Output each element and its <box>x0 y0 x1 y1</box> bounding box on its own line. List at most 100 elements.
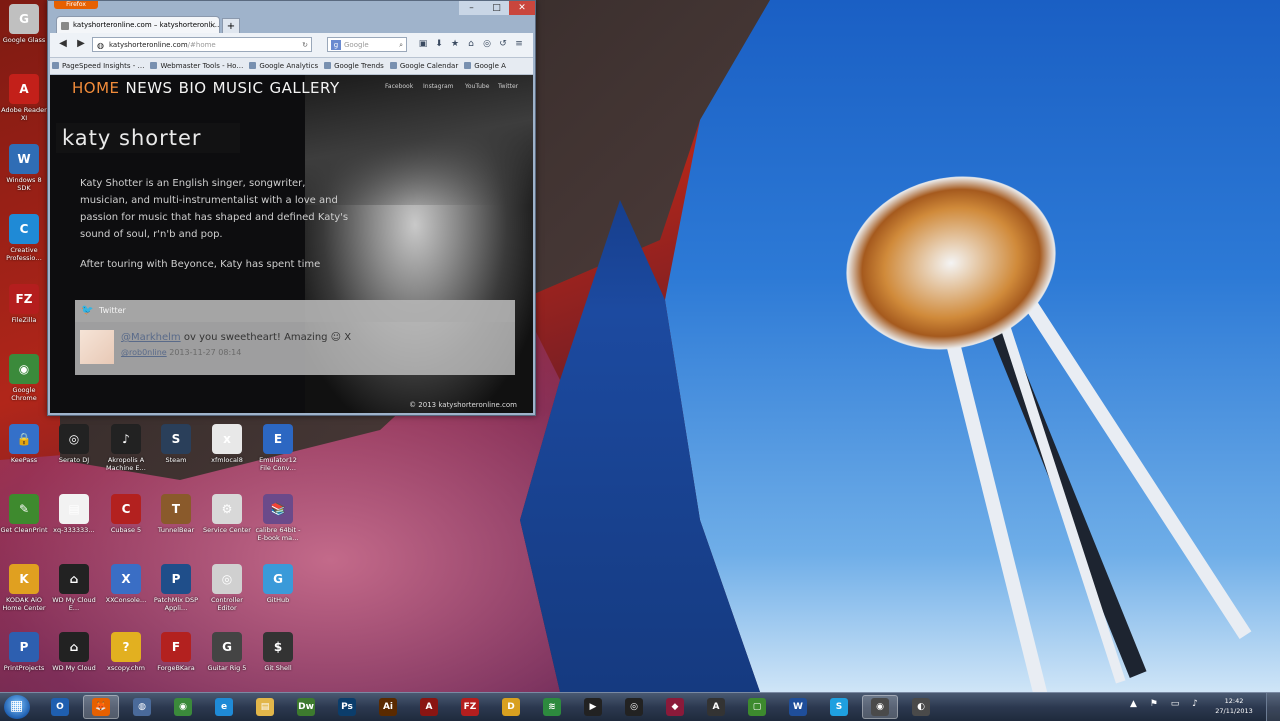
desktop-icon-label: Service Center <box>203 526 251 534</box>
taskbar-serato-button[interactable]: ◎ <box>616 695 652 719</box>
clock[interactable]: 12:42 27/11/2013 <box>1210 696 1258 716</box>
taskbar-media-button[interactable]: ▶ <box>575 695 611 719</box>
system-tray[interactable]: ▲ ⚑ ▭ ♪ <box>1130 699 1203 709</box>
desktop-icon[interactable]: W Windows 8 SDK <box>0 144 48 192</box>
taskbar-network-button[interactable]: ◍ <box>124 695 160 719</box>
desktop-icon[interactable]: x xfmlocal8 <box>203 424 251 464</box>
desktop-icon[interactable]: G Guitar Rig 5 <box>203 632 251 672</box>
twitter-account-name[interactable]: Twitter <box>99 306 126 315</box>
taskbar-app-dark-button[interactable]: A <box>698 695 734 719</box>
search-icon[interactable]: ⌕ <box>399 38 403 53</box>
taskbar-filezilla-button[interactable]: FZ <box>452 695 488 719</box>
tab-katyshorteronline[interactable]: katyshorteronline.com – katyshorteronli…… <box>56 16 220 33</box>
taskbar-app-green-button[interactable]: ▢ <box>739 695 775 719</box>
desktop-icon[interactable]: C Creative Professio… <box>0 214 48 262</box>
desktop-icon[interactable]: F ForgeBKara <box>152 632 200 672</box>
taskbar-app-eye-button[interactable]: ◉ <box>862 695 898 719</box>
desktop-icon[interactable]: G GitHub <box>254 564 302 604</box>
desktop-icon[interactable]: X XXConsole… <box>102 564 150 604</box>
screenshot-icon[interactable]: ▣ <box>418 39 428 49</box>
desktop-icon[interactable]: E Emulator12 File Conv… <box>254 424 302 472</box>
social-link-facebook[interactable]: Facebook <box>385 83 413 90</box>
maximize-button[interactable]: □ <box>484 1 509 15</box>
site-nav-bio[interactable]: BIO <box>179 79 207 97</box>
desktop-icon[interactable]: ◎ Controller Editor <box>203 564 251 612</box>
taskbar-editor-button[interactable]: D <box>493 695 529 719</box>
desktop-icon[interactable]: T TunnelBear <box>152 494 200 534</box>
desktop-icon[interactable]: P PrintProjects <box>0 632 48 672</box>
taskbar-app-misc-button[interactable]: ◐ <box>903 695 939 719</box>
avatar[interactable] <box>80 330 114 364</box>
navigation-toolbar: ◀ ▶ ◍ katyshorteronline.com/#home ↻ g Go… <box>50 33 533 58</box>
taskbar-firefox-button[interactable]: 🦊 <box>83 695 119 719</box>
tab-close-icon[interactable]: ✕ <box>209 17 216 33</box>
taskbar-chrome-button[interactable]: ◉ <box>165 695 201 719</box>
desktop-icon[interactable]: 🔒 KeePass <box>0 424 48 464</box>
extension-icon[interactable]: ↺ <box>498 39 508 49</box>
bookmarks-icon[interactable]: ★ <box>450 39 460 49</box>
taskbar-skype-button[interactable]: S <box>821 695 857 719</box>
social-link-instagram[interactable]: Instagram <box>423 83 454 90</box>
desktop-icon[interactable]: ⌂ WD My Cloud E… <box>50 564 98 612</box>
bookmark-item[interactable]: Webmaster Tools - Ho… <box>148 58 247 74</box>
desktop-icon[interactable]: $ Git Shell <box>254 632 302 672</box>
minimize-button[interactable]: – <box>459 1 484 15</box>
google-search-engine-icon[interactable]: g <box>331 40 341 50</box>
desktop-icon[interactable]: ⚙ Service Center <box>203 494 251 534</box>
forward-arrow-icon[interactable]: ▶ <box>74 37 88 51</box>
taskbar-illustrator-button[interactable]: Ai <box>370 695 406 719</box>
firefox-menu-button[interactable]: Firefox <box>54 1 98 9</box>
site-logo[interactable]: katy shorter <box>56 123 240 153</box>
close-window-button[interactable]: ✕ <box>509 1 535 15</box>
desktop-icon-label: xfmlocal8 <box>211 456 243 464</box>
bookmark-item[interactable]: Google Analytics <box>247 58 322 74</box>
home-icon[interactable]: ⌂ <box>466 39 476 49</box>
address-bar[interactable]: ◍ katyshorteronline.com/#home ↻ <box>92 37 312 52</box>
desktop-icon[interactable]: ◎ Serato DJ <box>50 424 98 464</box>
desktop-icon[interactable]: ⌂ WD My Cloud <box>50 632 98 672</box>
desktop-icon[interactable]: FZ FileZilla <box>0 284 48 324</box>
social-link-youtube[interactable]: YouTube <box>465 83 489 90</box>
taskbar-spotify-button[interactable]: ≋ <box>534 695 570 719</box>
tweet-handle-link[interactable]: @Markhelm <box>121 332 181 343</box>
desktop-icon[interactable]: ▤ xq-333333… <box>50 494 98 534</box>
reload-icon[interactable]: ↻ <box>302 38 308 51</box>
taskbar-app-red-button[interactable]: ◆ <box>657 695 693 719</box>
tweet-via-link[interactable]: @rob0nline <box>121 348 167 357</box>
taskbar-photoshop-button[interactable]: Ps <box>329 695 365 719</box>
desktop-icon[interactable]: ◉ Google Chrome <box>0 354 48 402</box>
desktop-icon[interactable]: 📚 calibre 64bit - E-book ma… <box>254 494 302 542</box>
taskbar-outlook-button[interactable]: O <box>42 695 78 719</box>
taskbar-dreamweaver-button[interactable]: Dw <box>288 695 324 719</box>
desktop-icon[interactable]: S Steam <box>152 424 200 464</box>
bookmark-item[interactable]: Google Calendar <box>388 58 462 74</box>
addon-icon[interactable]: ◎ <box>482 39 492 49</box>
desktop-icon[interactable]: G Google Glass <box>0 4 48 44</box>
menu-icon[interactable]: ≡ <box>514 39 524 49</box>
firefox-window[interactable]: Firefox – □ ✕ katyshorteronline.com – ka… <box>47 0 536 416</box>
show-desktop-button[interactable] <box>1266 693 1280 721</box>
start-button[interactable] <box>4 695 30 719</box>
site-nav-gallery[interactable]: GALLERY <box>269 79 339 97</box>
desktop-icon[interactable]: ♪ Akropolis A Machine E… <box>102 424 150 472</box>
desktop-icon[interactable]: ✎ Get CleanPrint <box>0 494 48 534</box>
bookmark-item[interactable]: PageSpeed Insights - … <box>50 58 148 74</box>
site-nav-music[interactable]: MUSIC <box>213 79 264 97</box>
back-arrow-icon[interactable]: ◀ <box>56 37 70 51</box>
social-link-twitter[interactable]: Twitter <box>498 83 518 90</box>
desktop-icon[interactable]: ? xscopy.chm <box>102 632 150 672</box>
search-input[interactable]: g Google ⌕ <box>327 37 407 52</box>
site-nav-news[interactable]: NEWS <box>126 79 173 97</box>
taskbar-internet-explorer-button[interactable]: e <box>206 695 242 719</box>
bookmark-item[interactable]: Google Trends <box>322 58 388 74</box>
desktop-icon[interactable]: A Adobe Reader XI <box>0 74 48 122</box>
desktop-icon[interactable]: C Cubase 5 <box>102 494 150 534</box>
site-nav-home[interactable]: HOME <box>72 79 120 97</box>
desktop-icon[interactable]: K KODAK AiO Home Center <box>0 564 48 612</box>
desktop-icon[interactable]: P PatchMix DSP Appli… <box>152 564 200 612</box>
bookmark-item[interactable]: Google A <box>462 58 510 74</box>
downloads-icon[interactable]: ⬇ <box>434 39 444 49</box>
taskbar-reader-button[interactable]: A <box>411 695 447 719</box>
taskbar-explorer-button[interactable]: ▤ <box>247 695 283 719</box>
taskbar-word-button[interactable]: W <box>780 695 816 719</box>
